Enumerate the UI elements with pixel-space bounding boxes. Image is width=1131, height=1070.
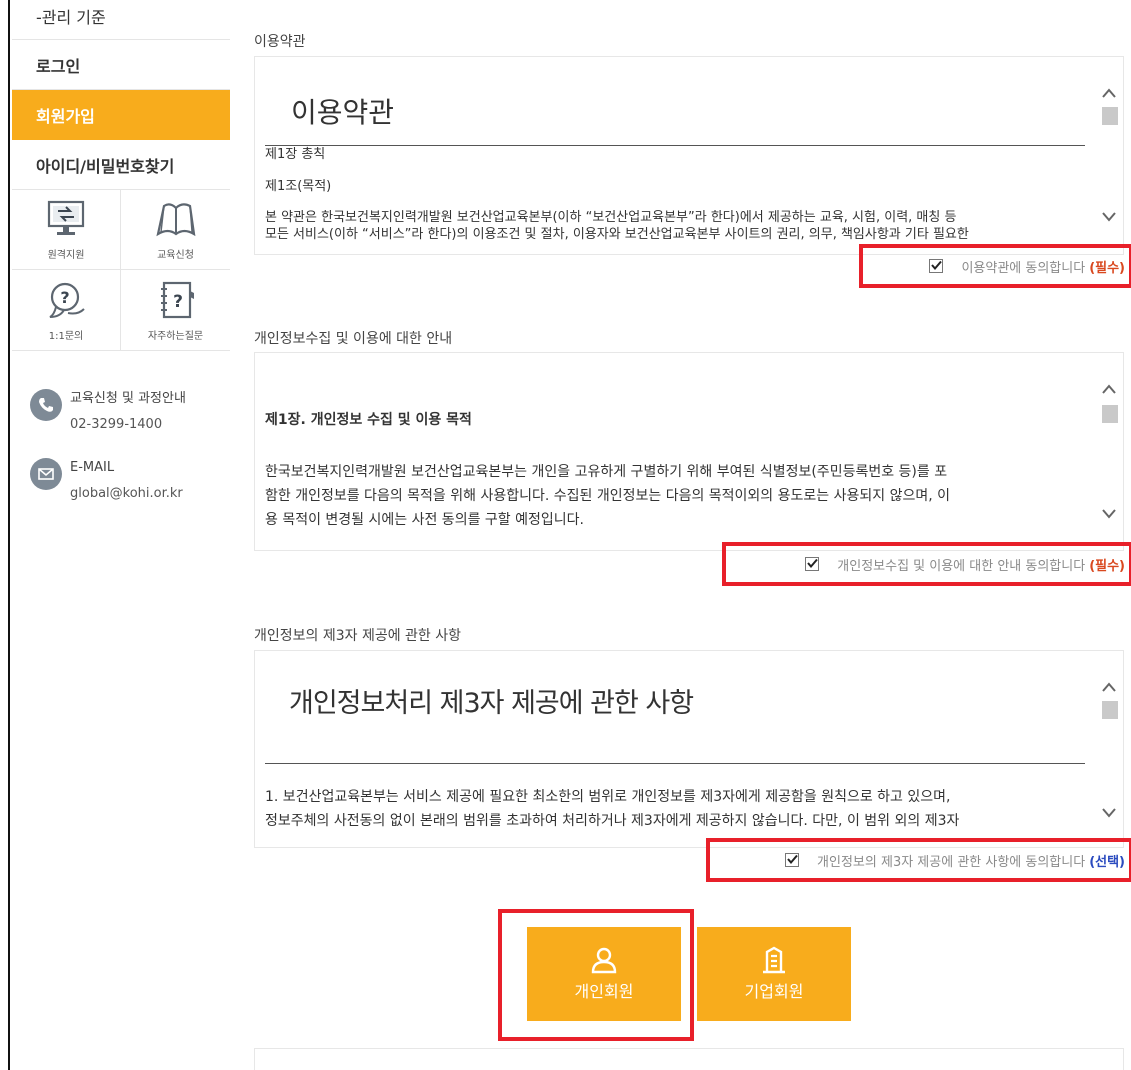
quick-link-faq[interactable]: ? 자주하는질문 [121, 270, 230, 350]
terms-agree-checkbox[interactable] [929, 259, 944, 273]
quick-link-label: 자주하는질문 [147, 330, 204, 342]
terms-scroll-thumb[interactable] [1102, 107, 1118, 125]
contact-email-address[interactable]: global@kohi.or.kr [70, 481, 183, 507]
third-party-content: 개인정보처리 제3자 제공에 관한 사항 1. 보건산업교육본부는 서비스 제공… [265, 651, 1085, 847]
privacy-body-line: 한국보건복지인력개발원 보건산업교육본부는 개인을 고유하게 구별하기 위해 부… [265, 464, 948, 480]
person-icon [591, 947, 617, 974]
terms-scroll-box[interactable]: 이용약관 제1장 총칙 제1조(목적) 본 약관은 한국보건복지인력개발원 보건… [254, 56, 1124, 255]
optional-tag: (선택) [1089, 854, 1125, 870]
third-party-body-line: 정보주체의 사전동의 없이 본래의 범위를 초과하여 처리하거나 제3자에게 제… [265, 813, 960, 829]
contact-email-text: E-MAIL global@kohi.or.kr [70, 455, 183, 507]
privacy-agree-label[interactable]: 개인정보수집 및 이용에 대한 안내 동의합니다 [837, 555, 1085, 574]
privacy-scroll-thumb[interactable] [1102, 405, 1118, 423]
scroll-down-icon[interactable] [1101, 506, 1117, 520]
personal-member-label: 개인회원 [574, 982, 634, 1001]
sidebar-item-signup[interactable]: 회원가입 [12, 90, 230, 140]
quick-link-course-apply[interactable]: 교육신청 [121, 190, 230, 270]
contact-info: 교육신청 및 과정안내 02-3299-1400 E-MAIL global@k… [12, 351, 230, 507]
privacy-body-line: 용 목적이 변경될 시에는 사전 동의를 구할 예정입니다. [265, 512, 584, 528]
quick-link-inquiry[interactable]: ? 1:1문의 [12, 270, 121, 350]
third-party-body-line: 1. 보건산업교육본부는 서비스 제공에 필요한 최소한의 범위로 개인정보를 … [265, 789, 951, 805]
terms-body-line: 모든 서비스(이하 “서비스”라 한다)의 이용조건 및 절차, 이용자와 보건… [265, 227, 969, 242]
sidebar-item-management-standard[interactable]: -관리 기준 [12, 0, 230, 40]
sidebar-item-find-account[interactable]: 아이디/비밀번호찾기 [12, 140, 230, 190]
contact-phone: 교육신청 및 과정안내 02-3299-1400 [30, 389, 230, 438]
contact-email: E-MAIL global@kohi.or.kr [30, 458, 230, 507]
next-section-box [254, 1048, 1124, 1070]
quick-link-label: 교육신청 [157, 250, 194, 261]
terms-article: 제1조(목적) [265, 179, 332, 194]
privacy-agree-row[interactable]: 개인정보수집 및 이용에 대한 안내 동의합니다 (필수) [722, 542, 1131, 586]
quick-links: 원격지원 교육신청 ? 1:1문의 ? 자주하는질문 [12, 190, 230, 351]
third-party-heading: 개인정보처리 제3자 제공에 관한 사항 [289, 688, 694, 719]
third-party-scroll-thumb[interactable] [1102, 701, 1118, 719]
privacy-heading: 제1장. 개인정보 수집 및 이용 목적 [265, 412, 472, 428]
privacy-scrollbar[interactable] [1095, 353, 1123, 550]
required-tag: (필수) [1089, 260, 1125, 276]
question-bubble-icon: ? [49, 282, 85, 318]
checkmark-icon [787, 854, 798, 865]
checkmark-icon [807, 558, 819, 569]
third-party-section-title: 개인정보의 제3자 제공에 관한 사항 [254, 628, 462, 644]
scroll-down-icon[interactable] [1101, 209, 1117, 223]
scroll-up-icon[interactable] [1101, 85, 1117, 99]
terms-chapter: 제1장 총칙 [265, 147, 326, 162]
third-party-scroll-box[interactable]: 개인정보처리 제3자 제공에 관한 사항 1. 보건산업교육본부는 서비스 제공… [254, 650, 1124, 848]
scroll-up-icon[interactable] [1101, 381, 1117, 395]
mail-icon [30, 458, 62, 490]
sidebar-item-login[interactable]: 로그인 [12, 40, 230, 90]
third-party-agree-row[interactable]: 개인정보의 제3자 제공에 관한 사항에 동의합니다 (선택) [706, 838, 1131, 882]
corporate-member-button[interactable]: 기업회원 [697, 927, 851, 1021]
quick-link-remote-support[interactable]: 원격지원 [12, 190, 121, 270]
third-party-agree-checkbox[interactable] [785, 853, 800, 867]
privacy-content: 제1장. 개인정보 수집 및 이용 목적 한국보건복지인력개발원 보건산업교육본… [265, 353, 1085, 550]
scroll-up-icon[interactable] [1101, 679, 1117, 693]
scroll-down-icon[interactable] [1101, 805, 1117, 819]
contact-email-label: E-MAIL [70, 460, 115, 475]
remote-support-icon [47, 200, 85, 235]
third-party-heading-rule [265, 763, 1085, 764]
required-tag: (필수) [1089, 558, 1125, 574]
privacy-scroll-box[interactable]: 제1장. 개인정보 수집 및 이용 목적 한국보건복지인력개발원 보건산업교육본… [254, 352, 1124, 551]
privacy-section-title: 개인정보수집 및 이용에 대한 안내 [254, 331, 453, 347]
open-book-icon [155, 203, 195, 237]
phone-icon [30, 389, 62, 421]
page-left-border [8, 0, 10, 1070]
third-party-scrollbar[interactable] [1095, 651, 1123, 847]
faq-notebook-icon: ? [160, 281, 194, 318]
svg-text:?: ? [60, 288, 69, 307]
terms-heading-rule [265, 145, 1085, 146]
terms-heading: 이용약관 [291, 96, 395, 129]
contact-phone-label: 교육신청 및 과정안내 [70, 391, 186, 406]
terms-scrollbar[interactable] [1095, 57, 1123, 254]
svg-text:?: ? [173, 292, 183, 312]
contact-phone-text: 교육신청 및 과정안내 02-3299-1400 [70, 386, 186, 438]
personal-member-button[interactable]: 개인회원 [527, 927, 681, 1021]
terms-agree-row[interactable]: 이용약관에 동의합니다 (필수) [859, 244, 1131, 288]
third-party-agree-label[interactable]: 개인정보의 제3자 제공에 관한 사항에 동의합니다 [817, 851, 1085, 870]
contact-phone-number[interactable]: 02-3299-1400 [70, 412, 186, 438]
sidebar: -관리 기준 로그인 회원가입 아이디/비밀번호찾기 원격지원 교육신청 ? 1… [12, 0, 230, 527]
quick-link-label: 1:1문의 [48, 330, 84, 342]
terms-body-line: 본 약관은 한국보건복지인력개발원 보건산업교육본부(이하 “보건산업교육본부”… [265, 210, 957, 225]
building-icon [763, 946, 785, 974]
terms-agree-label[interactable]: 이용약관에 동의합니다 [961, 257, 1085, 276]
terms-content: 이용약관 제1장 총칙 제1조(목적) 본 약관은 한국보건복지인력개발원 보건… [265, 57, 1085, 254]
quick-link-label: 원격지원 [47, 250, 85, 261]
corporate-member-label: 기업회원 [744, 982, 804, 1001]
privacy-body-line: 함한 개인정보를 다음의 목적을 위해 사용합니다. 수집된 개인정보는 다음의… [265, 488, 950, 504]
terms-section-title: 이용약관 [254, 34, 306, 50]
checkmark-icon [931, 260, 943, 271]
privacy-agree-checkbox[interactable] [805, 557, 820, 571]
